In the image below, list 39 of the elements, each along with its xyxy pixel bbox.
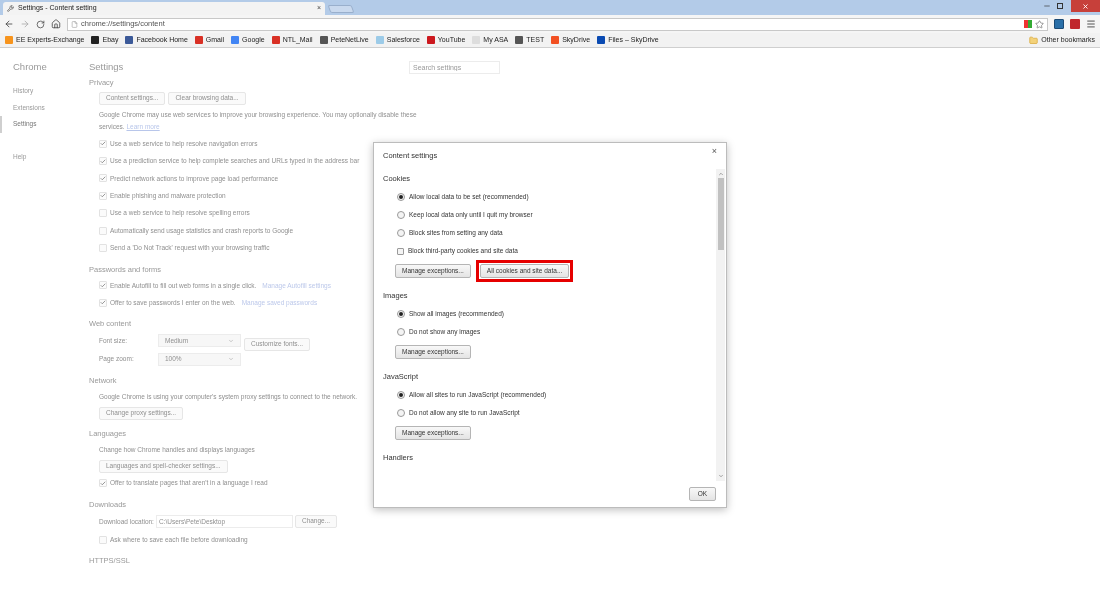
caret-icon xyxy=(228,356,234,363)
close-window-button[interactable] xyxy=(1071,0,1100,12)
checkbox[interactable] xyxy=(397,247,404,255)
check-icon xyxy=(100,479,106,487)
back-icon[interactable] xyxy=(4,19,14,29)
menu-icon[interactable] xyxy=(1086,19,1096,29)
radio-button[interactable] xyxy=(397,391,405,399)
scroll-up-icon xyxy=(717,171,724,177)
check-icon xyxy=(100,174,106,182)
scrollbar[interactable] xyxy=(716,169,725,481)
close-button[interactable]: × xyxy=(711,145,717,159)
scroll-down-icon xyxy=(717,473,724,479)
check-icon xyxy=(100,140,106,148)
check-icon xyxy=(100,281,106,289)
page-title: Settings xyxy=(89,59,125,74)
radio-button[interactable] xyxy=(397,211,405,219)
star-icon[interactable] xyxy=(1035,19,1044,29)
new-tab-button[interactable] xyxy=(327,5,355,13)
restore-icon[interactable] xyxy=(1057,3,1063,9)
check-icon xyxy=(100,299,106,307)
scroll-thumb xyxy=(717,178,724,250)
radio-button[interactable] xyxy=(397,328,405,336)
forward-icon[interactable] xyxy=(20,19,30,29)
check-icon xyxy=(100,157,106,165)
wrench-icon xyxy=(7,5,14,12)
page-icon xyxy=(71,20,78,28)
radio-button[interactable] xyxy=(397,310,405,318)
minimize-icon[interactable] xyxy=(1043,2,1051,10)
close-icon xyxy=(1082,2,1089,10)
reload-icon[interactable] xyxy=(36,19,45,29)
radio-button[interactable] xyxy=(397,193,405,201)
folder-icon xyxy=(1029,35,1039,45)
sidebar-title: Chrome xyxy=(12,60,48,74)
extension-icon xyxy=(1024,20,1032,28)
radio-button[interactable] xyxy=(397,229,405,237)
caret-icon xyxy=(228,337,234,344)
radio-button[interactable] xyxy=(397,409,405,417)
home-icon[interactable] xyxy=(51,19,61,29)
check-icon xyxy=(100,192,106,200)
